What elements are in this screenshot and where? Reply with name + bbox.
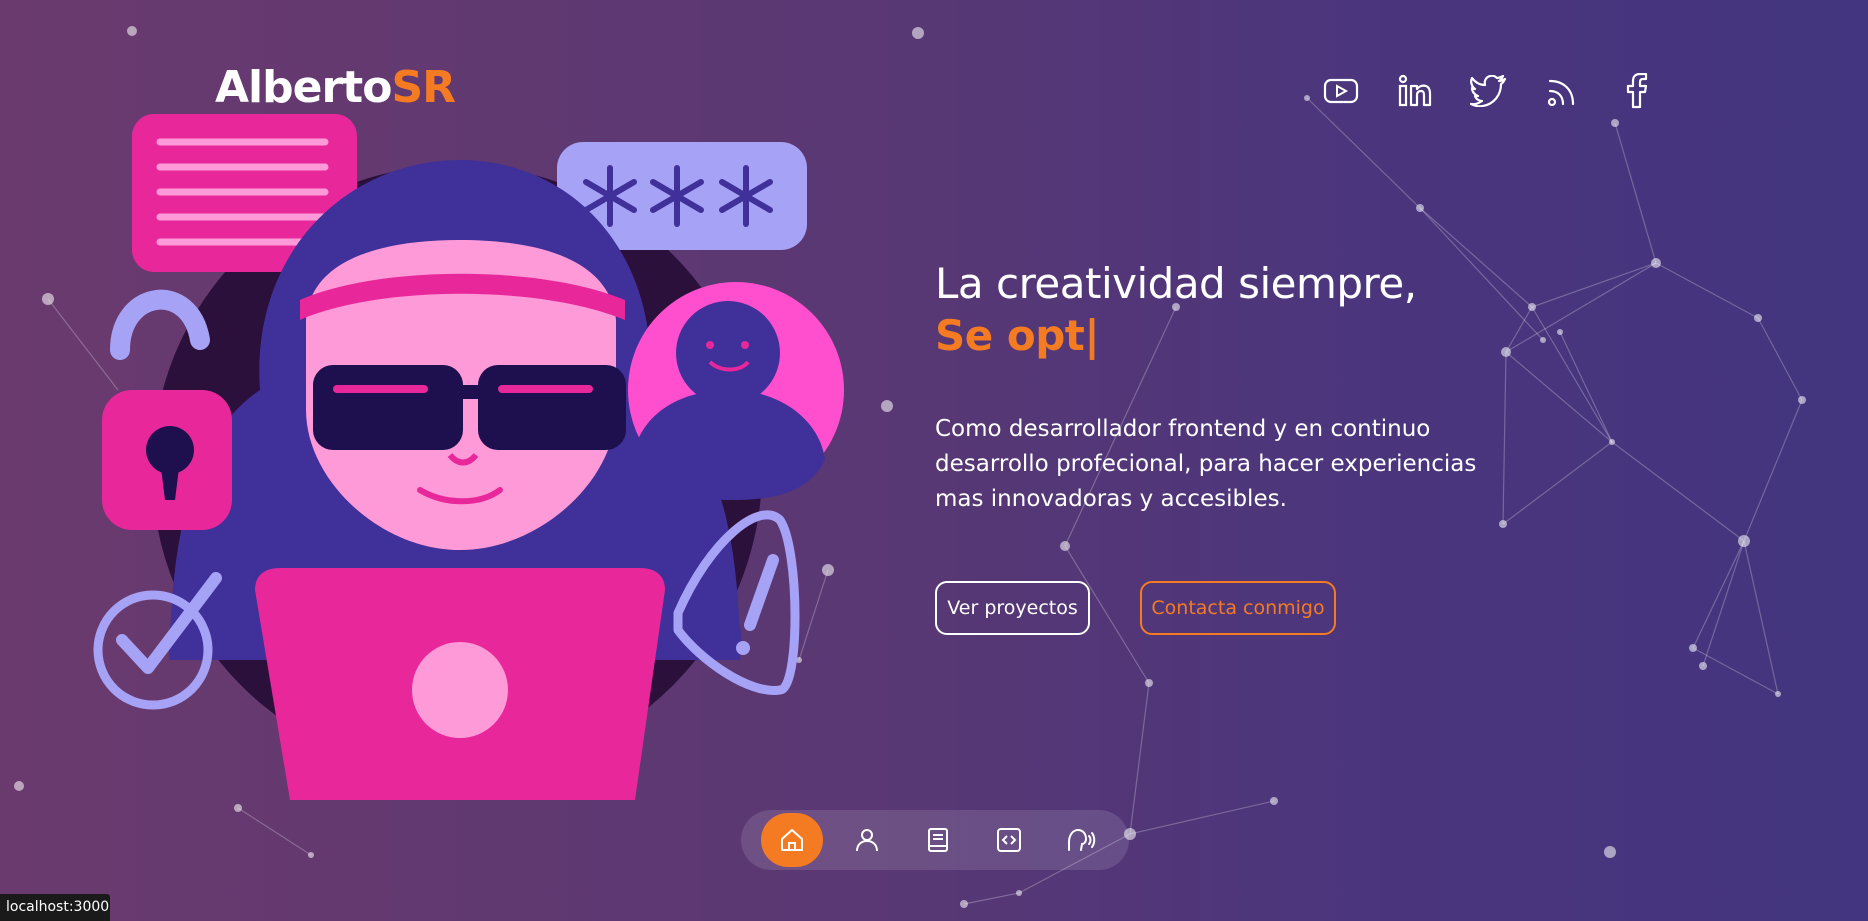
nav-resume[interactable] [911, 813, 965, 867]
linkedin-icon[interactable] [1396, 72, 1434, 110]
hero-headline-line1: La creatividad siempre, [935, 259, 1417, 308]
hero-description: Como desarrollador frontend y en continu… [935, 416, 1477, 512]
youtube-icon[interactable] [1322, 72, 1360, 110]
twitter-icon[interactable] [1470, 72, 1508, 110]
nav-home[interactable] [761, 813, 823, 867]
user-icon [856, 829, 878, 852]
contact-icon [1068, 828, 1096, 851]
nav-contact[interactable] [1053, 813, 1107, 867]
social-links [1322, 72, 1656, 110]
hero-headline: La creatividad siempre, Se opt| [935, 258, 1417, 362]
bottom-nav-dock [741, 810, 1129, 870]
code-icon [997, 828, 1021, 852]
book-icon [928, 828, 948, 852]
nav-about[interactable] [840, 813, 894, 867]
browser-status-url: localhost:3000 [0, 894, 110, 921]
user-avatar-icon [628, 282, 844, 500]
hero-headline-typing: Se opt| [935, 311, 1100, 360]
facebook-icon[interactable] [1618, 72, 1656, 110]
nav-projects[interactable] [982, 813, 1036, 867]
hacker-illustration [93, 114, 844, 800]
view-projects-button[interactable]: Ver proyectos [935, 581, 1090, 635]
rss-icon[interactable] [1544, 72, 1582, 110]
home-icon [781, 829, 803, 851]
contact-me-button[interactable]: Contacta conmigo [1140, 581, 1336, 635]
